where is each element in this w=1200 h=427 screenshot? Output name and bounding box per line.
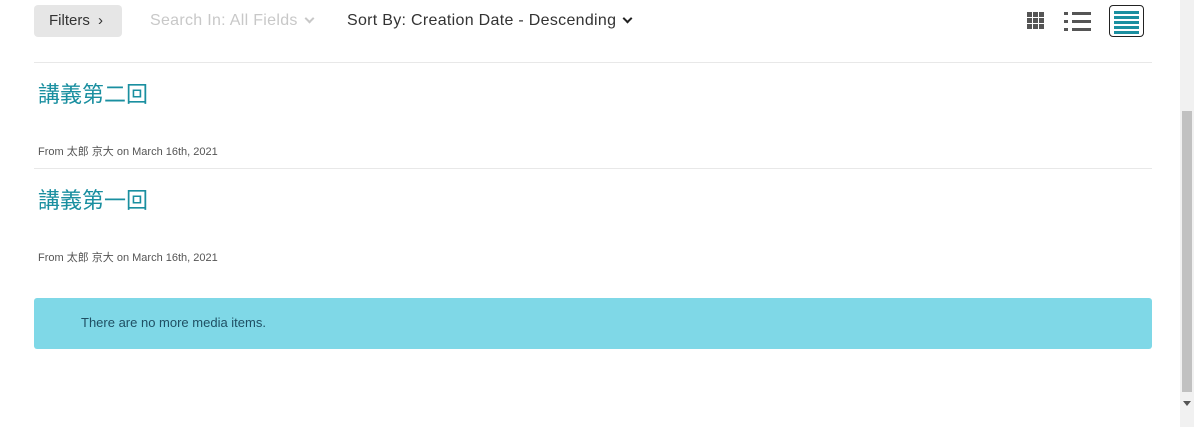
media-entry-meta: From 太郎 京大 on March 16th, 2021: [38, 252, 218, 264]
media-entry-meta: From 太郎 京大 on March 16th, 2021: [38, 146, 218, 158]
sort-by-label: Sort By: Creation Date - Descending: [347, 12, 617, 29]
detailed-list-view-button[interactable]: [1109, 5, 1144, 37]
alert-message: There are no more media items.: [81, 315, 266, 330]
media-entry-title[interactable]: 講義第二回: [38, 77, 148, 109]
chevron-down-icon: [622, 13, 633, 24]
vertical-scrollbar[interactable]: [1180, 0, 1194, 427]
divider: [34, 62, 1152, 63]
scrollbar-thumb[interactable]: [1182, 111, 1192, 392]
search-in-label: Search In: All Fields: [150, 12, 298, 29]
media-entry-title[interactable]: 講義第一回: [38, 183, 148, 215]
list-view-button[interactable]: [1064, 10, 1092, 32]
grid-view-button[interactable]: [1027, 12, 1045, 30]
sort-by-dropdown[interactable]: Sort By: Creation Date - Descending: [347, 5, 633, 37]
chevron-down-icon: [304, 13, 315, 24]
no-more-items-alert: There are no more media items.: [34, 298, 1152, 349]
toolbar: Filters › Search In: All Fields Sort By:…: [34, 5, 1152, 37]
filters-button[interactable]: Filters ›: [34, 5, 122, 37]
chevron-right-icon: ›: [98, 12, 103, 29]
filters-label: Filters: [49, 12, 90, 29]
search-in-dropdown[interactable]: Search In: All Fields: [150, 5, 315, 37]
divider: [34, 168, 1152, 169]
scroll-down-arrow-icon[interactable]: [1183, 401, 1191, 406]
